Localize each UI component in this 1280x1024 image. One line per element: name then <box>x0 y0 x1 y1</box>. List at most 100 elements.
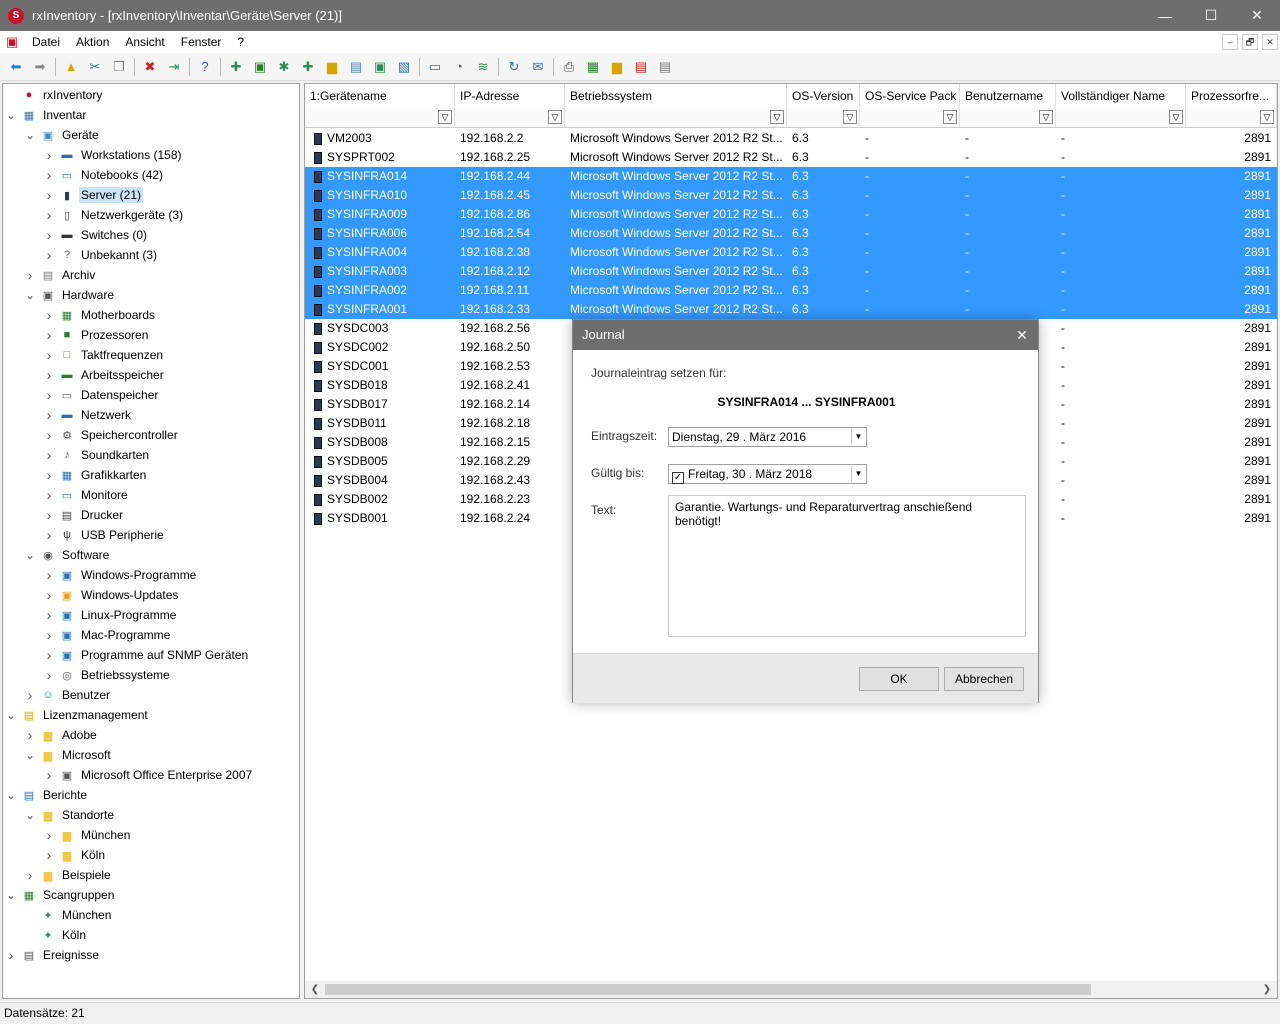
tree-item[interactable]: ⌄ ◉ Software <box>24 545 111 565</box>
navigation-tree[interactable]: ● rxInventory ⌄ ▦ Inventar ⌄ ▣ Geräte › ▬ Workstat… <box>2 83 300 999</box>
tree-item[interactable]: ⌄ ▦ Scangruppen <box>5 885 116 905</box>
tree-item[interactable]: › ▬ Switches (0) <box>43 225 149 245</box>
filter-cell[interactable]: ▽ <box>960 108 1056 128</box>
collapsed-chevron-icon[interactable]: › <box>43 467 55 483</box>
tree-item[interactable]: ✦ Köln <box>24 925 88 945</box>
collapsed-chevron-icon[interactable]: › <box>43 487 55 503</box>
back-arrow-icon[interactable]: ⬅ <box>6 57 26 77</box>
tree-item[interactable]: ⌄ ▤ Berichte <box>5 785 89 805</box>
filter-cell[interactable]: ▽ <box>860 108 960 128</box>
collapsed-chevron-icon[interactable]: › <box>24 867 36 883</box>
table-row[interactable]: SYSINFRA004 192.168.2.38 Microsoft Windows… <box>305 243 1277 262</box>
scan-icon[interactable]: ✚ <box>226 57 246 77</box>
chevron-down-icon[interactable]: ▼ <box>851 466 865 482</box>
collapsed-chevron-icon[interactable]: › <box>43 147 55 163</box>
expanded-chevron-icon[interactable]: ⌄ <box>24 288 36 302</box>
tree-item[interactable]: › ▬ Workstations (158) <box>43 145 183 165</box>
collapsed-chevron-icon[interactable]: › <box>43 627 55 643</box>
tree-item[interactable]: ⌄ ▦ Inventar <box>5 105 88 125</box>
table-row[interactable]: SYSINFRA002 192.168.2.11 Microsoft Windows… <box>305 281 1277 300</box>
tree-item[interactable]: › ▣ Mac-Programme <box>43 625 172 645</box>
help-icon[interactable]: ? <box>195 57 215 77</box>
valid-until-checkbox[interactable]: ✓ <box>672 472 684 484</box>
collapsed-chevron-icon[interactable]: › <box>43 527 55 543</box>
collapsed-chevron-icon[interactable]: › <box>24 267 36 283</box>
tree-item[interactable]: › ■ Prozessoren <box>43 325 150 345</box>
expanded-chevron-icon[interactable]: ⌄ <box>5 708 17 722</box>
collapsed-chevron-icon[interactable]: › <box>43 447 55 463</box>
collapsed-chevron-icon[interactable]: › <box>43 247 55 263</box>
export-icon[interactable]: ⇥ <box>164 57 184 77</box>
folder-add-icon[interactable]: ▆ <box>322 57 342 77</box>
filter-cell[interactable]: ▽ <box>305 108 455 128</box>
excel-icon[interactable]: ▦ <box>583 57 603 77</box>
mail-icon[interactable]: ✉ <box>528 57 548 77</box>
collapsed-chevron-icon[interactable]: › <box>43 367 55 383</box>
tree-item[interactable]: › ☺ Benutzer <box>24 685 112 705</box>
mdi-restore-button[interactable]: 🗗 <box>1242 34 1258 50</box>
tree-item[interactable]: › □ Taktfrequenzen <box>43 345 165 365</box>
table-row[interactable]: SYSINFRA006 192.168.2.54 Microsoft Windows… <box>305 224 1277 243</box>
filter-icon[interactable]: ▽ <box>843 110 857 124</box>
filter-cell[interactable]: ▽ <box>455 108 565 128</box>
filter-cell[interactable]: ▽ <box>787 108 860 128</box>
tree-item[interactable]: › ▮ Server (21) <box>43 185 144 205</box>
minimize-button[interactable]: — <box>1142 0 1188 31</box>
scrollbar-thumb[interactable] <box>325 984 1091 995</box>
tree-item[interactable]: › ▆ Beispiele <box>24 865 113 885</box>
delete-icon[interactable]: ✖ <box>140 57 160 77</box>
forward-arrow-icon[interactable]: ➡ <box>30 57 50 77</box>
collapsed-chevron-icon[interactable]: › <box>43 347 55 363</box>
collapsed-chevron-icon[interactable]: › <box>43 607 55 623</box>
copy-icon[interactable]: ❐ <box>109 57 129 77</box>
collapsed-chevron-icon[interactable]: › <box>43 207 55 223</box>
tree-item[interactable]: › ▆ Adobe <box>24 725 99 745</box>
print-icon[interactable]: ⎙ <box>559 57 579 77</box>
network-scan-icon[interactable]: ✱ <box>274 57 294 77</box>
tree-item[interactable]: ● rxInventory <box>5 85 104 105</box>
filter-icon[interactable]: ▽ <box>548 110 562 124</box>
col-vollstaendiger-name-header[interactable]: Vollständiger Name <box>1056 84 1186 108</box>
table-row[interactable]: VM2003 192.168.2.2 Microsoft Windows Serve… <box>305 129 1277 148</box>
tree-item[interactable]: › ▦ Grafikkarten <box>43 465 148 485</box>
wifi-icon[interactable]: ≋ <box>473 57 493 77</box>
expanded-chevron-icon[interactable]: ⌄ <box>5 888 17 902</box>
tree-item[interactable]: › ♪ Soundkarten <box>43 445 151 465</box>
close-button[interactable]: ✕ <box>1234 0 1280 31</box>
filter-cell[interactable]: ▽ <box>1186 108 1277 128</box>
add-icon[interactable]: ✚ <box>298 57 318 77</box>
tree-item[interactable]: › ▭ Notebooks (42) <box>43 165 165 185</box>
tree-item[interactable]: › ⚙ Speichercontroller <box>43 425 180 445</box>
save-icon[interactable]: ▣ <box>250 57 270 77</box>
tree-item[interactable]: ⌄ ▤ Lizenzmanagement <box>5 705 150 725</box>
filter-icon[interactable]: ▽ <box>943 110 957 124</box>
expanded-chevron-icon[interactable]: ⌄ <box>5 788 17 802</box>
tree-item[interactable]: › ▣ Linux-Programme <box>43 605 178 625</box>
folder-up-icon[interactable]: ▲ <box>61 57 81 77</box>
col-geraetename-header[interactable]: 1:Gerätename <box>305 84 455 108</box>
col-betriebssystem-header[interactable]: Betriebssystem <box>565 84 787 108</box>
add-device-icon[interactable]: ▣ <box>370 57 390 77</box>
scroll-left-icon[interactable]: ❮ <box>307 981 323 998</box>
filter-cell[interactable]: ▽ <box>565 108 787 128</box>
cut-icon[interactable]: ✂ <box>85 57 105 77</box>
tree-item[interactable]: › ◎ Betriebssysteme <box>43 665 172 685</box>
tree-item[interactable]: › ▭ Datenspeicher <box>43 385 160 405</box>
cancel-button[interactable]: Abbrechen <box>944 667 1024 691</box>
tree-item[interactable]: › ▭ Monitore <box>43 485 130 505</box>
tree-item[interactable]: › ▣ Microsoft Office Enterprise 2007 <box>43 765 254 785</box>
clock-icon[interactable]: ◔ <box>449 57 469 77</box>
monitor-icon[interactable]: ▭ <box>425 57 445 77</box>
dialog-close-icon[interactable]: ✕ <box>1012 320 1032 350</box>
chevron-down-icon[interactable]: ▼ <box>851 429 865 445</box>
remote-icon[interactable]: ▧ <box>394 57 414 77</box>
filter-cell[interactable]: ▽ <box>1056 108 1186 128</box>
expanded-chevron-icon[interactable]: ⌄ <box>5 108 17 122</box>
collapsed-chevron-icon[interactable]: › <box>43 827 55 843</box>
filter-icon[interactable]: ▽ <box>438 110 452 124</box>
col-os-version-header[interactable]: OS-Version <box>787 84 860 108</box>
table-row[interactable]: SYSINFRA001 192.168.2.33 Microsoft Windows… <box>305 300 1277 319</box>
collapsed-chevron-icon[interactable]: › <box>43 507 55 523</box>
menu-fenster[interactable]: Fenster <box>173 31 230 53</box>
ok-button[interactable]: OK <box>859 667 939 691</box>
